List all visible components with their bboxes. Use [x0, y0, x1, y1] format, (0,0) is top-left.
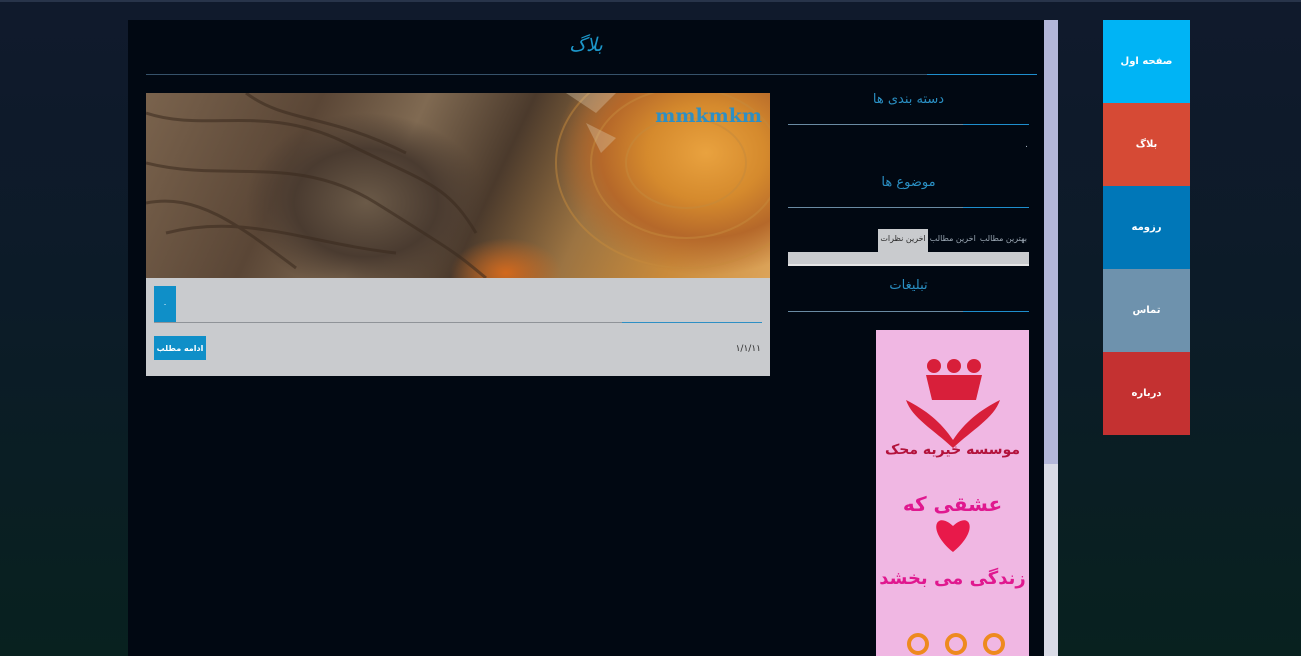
posts-tabs: بهترین مطالب اخرین مطالب اخرین نظرات	[878, 229, 1029, 253]
nav-item-blog[interactable]: بلاگ	[1103, 103, 1190, 186]
nav-item-contact[interactable]: تماس	[1103, 269, 1190, 352]
ad-line-2: عشقی که	[902, 492, 1003, 516]
post-card: ٠ mmkmkm ادامه مطلب ١/١/١١	[146, 93, 770, 376]
topics-divider	[788, 207, 1029, 208]
ads-divider	[788, 311, 1029, 312]
post-date: ١/١/١١	[735, 344, 761, 354]
tab-best-posts[interactable]: بهترین مطالب	[978, 229, 1029, 249]
site-title: بلاگ	[569, 34, 603, 56]
read-more-button[interactable]: ادامه مطلب	[154, 336, 206, 360]
scrollbar-thumb[interactable]	[1044, 20, 1058, 464]
top-border	[0, 0, 1301, 2]
topics-heading: موضوع ها	[881, 175, 936, 190]
tab-latest-comments[interactable]: اخرین نظرات	[878, 229, 928, 253]
header-divider	[146, 74, 1037, 75]
nav-item-about[interactable]: درباره	[1103, 352, 1190, 435]
tab-latest-posts[interactable]: اخرین مطالب	[928, 229, 978, 249]
ad-line-3: زندگی می بخشد	[879, 568, 1026, 589]
nav-item-home[interactable]: صفحه اول	[1103, 20, 1190, 103]
comment-count-badge[interactable]: ٠	[154, 286, 176, 322]
categories-heading: دسته بندی ها	[872, 92, 945, 107]
scrollbar[interactable]	[1044, 20, 1058, 656]
advertisement-banner[interactable]: موسسه خیریه محک عشقی که زندگی می بخشد	[876, 330, 1029, 656]
tabs-panel	[788, 252, 1029, 266]
post-divider	[154, 322, 762, 323]
main-content: بلاگ ٠ mmkmkm ادامه مطلب ١/١/١١ دسته بند…	[128, 20, 1044, 656]
categories-value: ٠	[1024, 142, 1029, 152]
ad-line-1: موسسه خیریه محک	[884, 442, 1021, 458]
ads-heading: تبلیغات	[889, 278, 928, 293]
post-title[interactable]: mmkmkm	[655, 105, 762, 127]
main-nav: صفحه اول بلاگ رزومه تماس درباره	[1103, 20, 1190, 435]
nav-item-resume[interactable]: رزومه	[1103, 186, 1190, 269]
categories-divider	[788, 124, 1029, 125]
